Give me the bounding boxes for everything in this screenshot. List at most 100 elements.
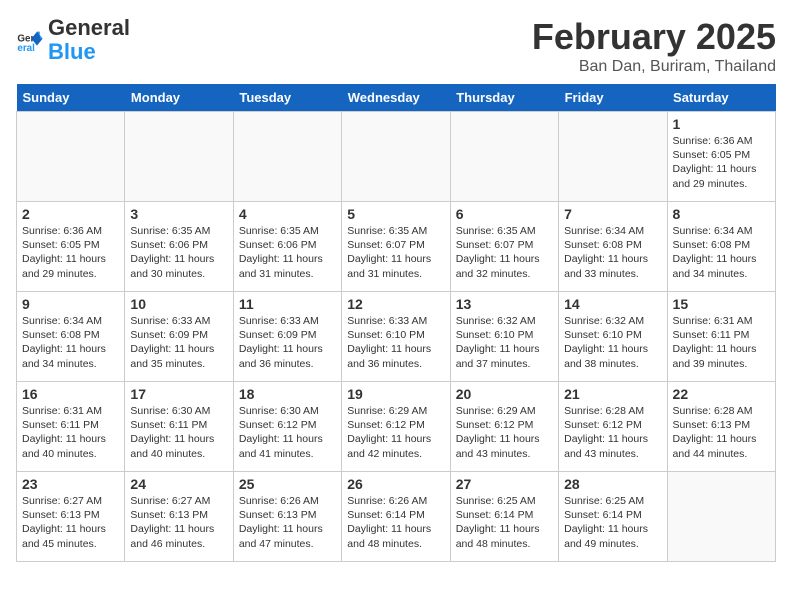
col-header-friday: Friday — [559, 84, 667, 112]
day-number: 7 — [564, 206, 661, 222]
day-cell — [342, 112, 450, 202]
day-number: 25 — [239, 476, 336, 492]
day-info: Sunrise: 6:29 AM Sunset: 6:12 PM Dayligh… — [456, 404, 553, 461]
day-cell: 22 Sunrise: 6:28 AM Sunset: 6:13 PM Dayli… — [667, 382, 775, 472]
day-cell: 26 Sunrise: 6:26 AM Sunset: 6:14 PM Dayli… — [342, 472, 450, 562]
month-title: February 2025 — [532, 16, 776, 58]
day-info: Sunrise: 6:30 AM Sunset: 6:11 PM Dayligh… — [130, 404, 227, 461]
title-section: February 2025 Ban Dan, Buriram, Thailand — [532, 16, 776, 76]
day-info: Sunrise: 6:31 AM Sunset: 6:11 PM Dayligh… — [673, 314, 770, 371]
day-number: 22 — [673, 386, 770, 402]
logo-text: GeneralBlue — [48, 16, 130, 64]
day-cell: 13 Sunrise: 6:32 AM Sunset: 6:10 PM Dayli… — [450, 292, 558, 382]
week-row-3: 9 Sunrise: 6:34 AM Sunset: 6:08 PM Daylig… — [17, 292, 776, 382]
day-info: Sunrise: 6:31 AM Sunset: 6:11 PM Dayligh… — [22, 404, 119, 461]
day-cell: 18Sunrise: 6:30 AM Sunset: 6:12 PM Dayli… — [233, 382, 341, 472]
day-info: Sunrise: 6:25 AM Sunset: 6:14 PM Dayligh… — [564, 494, 661, 551]
col-header-sunday: Sunday — [17, 84, 125, 112]
day-cell — [17, 112, 125, 202]
day-info: Sunrise: 6:29 AM Sunset: 6:12 PM Dayligh… — [347, 404, 444, 461]
day-number: 12 — [347, 296, 444, 312]
day-cell: 3 Sunrise: 6:35 AM Sunset: 6:06 PM Daylig… — [125, 202, 233, 292]
day-cell: 1Sunrise: 6:36 AM Sunset: 6:05 PM Daylig… — [667, 112, 775, 202]
col-header-tuesday: Tuesday — [233, 84, 341, 112]
day-cell: 28 Sunrise: 6:25 AM Sunset: 6:14 PM Dayli… — [559, 472, 667, 562]
day-number: 13 — [456, 296, 553, 312]
page-header: Gen eral GeneralBlue February 2025 Ban D… — [16, 16, 776, 76]
day-info: Sunrise: 6:27 AM Sunset: 6:13 PM Dayligh… — [22, 494, 119, 551]
day-cell: 16 Sunrise: 6:31 AM Sunset: 6:11 PM Dayli… — [17, 382, 125, 472]
logo-icon: Gen eral — [16, 26, 44, 54]
week-row-1: 1Sunrise: 6:36 AM Sunset: 6:05 PM Daylig… — [17, 112, 776, 202]
day-info: Sunrise: 6:26 AM Sunset: 6:14 PM Dayligh… — [347, 494, 444, 551]
day-number: 28 — [564, 476, 661, 492]
col-header-thursday: Thursday — [450, 84, 558, 112]
day-number: 24 — [130, 476, 227, 492]
day-cell: 8 Sunrise: 6:34 AM Sunset: 6:08 PM Daylig… — [667, 202, 775, 292]
day-info: Sunrise: 6:30 AM Sunset: 6:12 PM Dayligh… — [239, 404, 336, 461]
calendar-table: SundayMondayTuesdayWednesdayThursdayFrid… — [16, 84, 776, 562]
col-header-saturday: Saturday — [667, 84, 775, 112]
day-number: 2 — [22, 206, 119, 222]
day-info: Sunrise: 6:36 AM Sunset: 6:05 PM Dayligh… — [673, 134, 770, 191]
day-number: 8 — [673, 206, 770, 222]
day-info: Sunrise: 6:26 AM Sunset: 6:13 PM Dayligh… — [239, 494, 336, 551]
day-info: Sunrise: 6:28 AM Sunset: 6:13 PM Dayligh… — [673, 404, 770, 461]
day-cell: 4Sunrise: 6:35 AM Sunset: 6:06 PM Daylig… — [233, 202, 341, 292]
day-cell: 6Sunrise: 6:35 AM Sunset: 6:07 PM Daylig… — [450, 202, 558, 292]
day-number: 26 — [347, 476, 444, 492]
week-row-4: 16 Sunrise: 6:31 AM Sunset: 6:11 PM Dayli… — [17, 382, 776, 472]
day-number: 16 — [22, 386, 119, 402]
day-info: Sunrise: 6:32 AM Sunset: 6:10 PM Dayligh… — [564, 314, 661, 371]
day-info: Sunrise: 6:27 AM Sunset: 6:13 PM Dayligh… — [130, 494, 227, 551]
day-info: Sunrise: 6:32 AM Sunset: 6:10 PM Dayligh… — [456, 314, 553, 371]
day-info: Sunrise: 6:33 AM Sunset: 6:10 PM Dayligh… — [347, 314, 444, 371]
day-cell: 25 Sunrise: 6:26 AM Sunset: 6:13 PM Dayli… — [233, 472, 341, 562]
day-cell: 24 Sunrise: 6:27 AM Sunset: 6:13 PM Dayli… — [125, 472, 233, 562]
day-cell: 17 Sunrise: 6:30 AM Sunset: 6:11 PM Dayli… — [125, 382, 233, 472]
day-number: 20 — [456, 386, 553, 402]
day-cell: 2Sunrise: 6:36 AM Sunset: 6:05 PM Daylig… — [17, 202, 125, 292]
day-cell: 20 Sunrise: 6:29 AM Sunset: 6:12 PM Dayli… — [450, 382, 558, 472]
day-cell: 15 Sunrise: 6:31 AM Sunset: 6:11 PM Dayli… — [667, 292, 775, 382]
day-cell: 19 Sunrise: 6:29 AM Sunset: 6:12 PM Dayli… — [342, 382, 450, 472]
day-cell — [667, 472, 775, 562]
day-cell: 11 Sunrise: 6:33 AM Sunset: 6:09 PM Dayli… — [233, 292, 341, 382]
day-number: 10 — [130, 296, 227, 312]
day-number: 19 — [347, 386, 444, 402]
day-cell: 23 Sunrise: 6:27 AM Sunset: 6:13 PM Dayli… — [17, 472, 125, 562]
day-cell: 5 Sunrise: 6:35 AM Sunset: 6:07 PM Daylig… — [342, 202, 450, 292]
day-info: Sunrise: 6:28 AM Sunset: 6:12 PM Dayligh… — [564, 404, 661, 461]
day-number: 23 — [22, 476, 119, 492]
day-number: 27 — [456, 476, 553, 492]
day-cell: 14 Sunrise: 6:32 AM Sunset: 6:10 PM Dayli… — [559, 292, 667, 382]
day-number: 6 — [456, 206, 553, 222]
day-info: Sunrise: 6:35 AM Sunset: 6:07 PM Dayligh… — [347, 224, 444, 281]
day-cell: 7 Sunrise: 6:34 AM Sunset: 6:08 PM Daylig… — [559, 202, 667, 292]
day-number: 17 — [130, 386, 227, 402]
svg-text:eral: eral — [17, 43, 35, 54]
day-info: Sunrise: 6:25 AM Sunset: 6:14 PM Dayligh… — [456, 494, 553, 551]
day-cell: 12 Sunrise: 6:33 AM Sunset: 6:10 PM Dayli… — [342, 292, 450, 382]
day-cell: 27 Sunrise: 6:25 AM Sunset: 6:14 PM Dayli… — [450, 472, 558, 562]
logo: Gen eral GeneralBlue — [16, 16, 130, 64]
day-number: 9 — [22, 296, 119, 312]
day-cell — [233, 112, 341, 202]
location-title: Ban Dan, Buriram, Thailand — [532, 58, 776, 76]
day-info: Sunrise: 6:34 AM Sunset: 6:08 PM Dayligh… — [22, 314, 119, 371]
day-info: Sunrise: 6:34 AM Sunset: 6:08 PM Dayligh… — [564, 224, 661, 281]
day-headers-row: SundayMondayTuesdayWednesdayThursdayFrid… — [17, 84, 776, 112]
day-cell — [125, 112, 233, 202]
week-row-2: 2Sunrise: 6:36 AM Sunset: 6:05 PM Daylig… — [17, 202, 776, 292]
day-number: 4 — [239, 206, 336, 222]
day-info: Sunrise: 6:33 AM Sunset: 6:09 PM Dayligh… — [130, 314, 227, 371]
day-info: Sunrise: 6:34 AM Sunset: 6:08 PM Dayligh… — [673, 224, 770, 281]
day-number: 3 — [130, 206, 227, 222]
day-number: 5 — [347, 206, 444, 222]
day-number: 11 — [239, 296, 336, 312]
day-info: Sunrise: 6:33 AM Sunset: 6:09 PM Dayligh… — [239, 314, 336, 371]
day-number: 15 — [673, 296, 770, 312]
day-cell: 9 Sunrise: 6:34 AM Sunset: 6:08 PM Daylig… — [17, 292, 125, 382]
day-info: Sunrise: 6:35 AM Sunset: 6:06 PM Dayligh… — [130, 224, 227, 281]
day-number: 14 — [564, 296, 661, 312]
